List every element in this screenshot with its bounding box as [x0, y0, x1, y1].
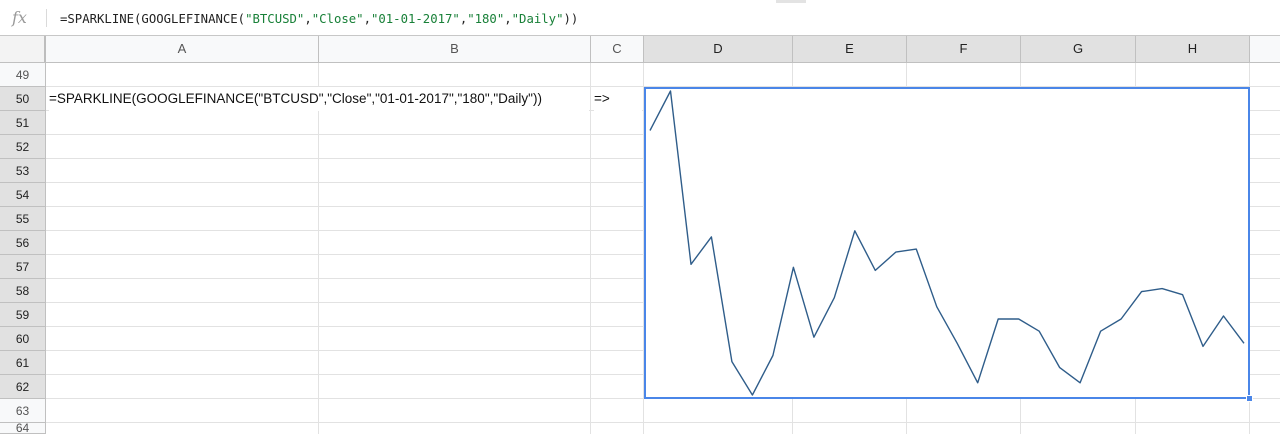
formula-string-arg: "Close"	[311, 12, 364, 26]
gridline	[590, 63, 591, 434]
row-header-56[interactable]: 56	[0, 231, 46, 255]
row-header-60[interactable]: 60	[0, 327, 46, 351]
column-header-g[interactable]: G	[1021, 36, 1136, 62]
row-header-63[interactable]: 63	[0, 399, 46, 423]
column-header-row: A B C D E F G H	[0, 36, 1280, 63]
column-header-e[interactable]: E	[793, 36, 907, 62]
formula-part: ,	[504, 12, 512, 26]
sparkline-chart	[649, 90, 1245, 396]
gridline	[46, 422, 1280, 423]
column-header-h[interactable]: H	[1136, 36, 1250, 62]
select-all-corner[interactable]	[0, 36, 46, 62]
formula-string-arg: "01-01-2017"	[370, 12, 460, 26]
selection-fill-handle[interactable]	[1246, 395, 1253, 402]
sparkline-cell[interactable]	[644, 87, 1250, 399]
row-header-51[interactable]: 51	[0, 111, 46, 135]
sparkline-series-line	[649, 90, 1245, 396]
row-header-59[interactable]: 59	[0, 303, 46, 327]
gridline	[318, 63, 319, 434]
formula-string-arg: "Daily"	[511, 12, 564, 26]
row-header-49[interactable]: 49	[0, 63, 46, 87]
column-header-d[interactable]: D	[644, 36, 793, 62]
row-header-58[interactable]: 58	[0, 279, 46, 303]
row-header-64[interactable]: 64	[0, 423, 46, 434]
cell-c50[interactable]: =>	[594, 87, 642, 111]
toolbar-remnant	[776, 0, 806, 3]
formula-string-arg: "180"	[467, 12, 505, 26]
column-header-c[interactable]: C	[591, 36, 644, 62]
row-header-53[interactable]: 53	[0, 159, 46, 183]
row-header-57[interactable]: 57	[0, 255, 46, 279]
row-header-50[interactable]: 50	[0, 87, 46, 111]
formula-part: ))	[563, 12, 579, 26]
formula-bar-divider	[46, 9, 47, 27]
row-header-62[interactable]: 62	[0, 375, 46, 399]
column-header-f[interactable]: F	[907, 36, 1021, 62]
formula-part: ,	[304, 12, 312, 26]
cell-a50[interactable]: =SPARKLINE(GOOGLEFINANCE("BTCUSD","Close…	[49, 87, 589, 111]
fx-icon: fx	[12, 8, 27, 27]
formula-part: =SPARKLINE(GOOGLEFINANCE(	[60, 12, 246, 26]
formula-bar: fx =SPARKLINE(GOOGLEFINANCE("BTCUSD","Cl…	[0, 0, 1280, 36]
column-header-b[interactable]: B	[319, 36, 591, 62]
formula-string-arg: "BTCUSD"	[245, 12, 305, 26]
row-header-61[interactable]: 61	[0, 351, 46, 375]
row-header-52[interactable]: 52	[0, 135, 46, 159]
column-header-a[interactable]: A	[46, 36, 319, 62]
row-header-54[interactable]: 54	[0, 183, 46, 207]
formula-input[interactable]: =SPARKLINE(GOOGLEFINANCE("BTCUSD","Close…	[60, 11, 578, 27]
formula-part: ,	[363, 12, 371, 26]
row-header-55[interactable]: 55	[0, 207, 46, 231]
